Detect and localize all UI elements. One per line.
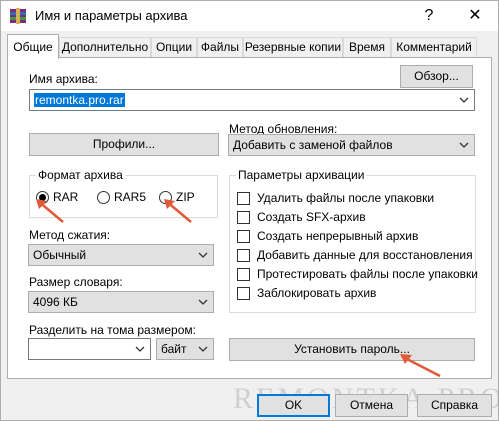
archive-format-group: Формат архива RAR RAR5 ZIP (29, 168, 218, 218)
browse-button[interactable]: Обзор... (400, 65, 473, 88)
split-unit-select[interactable]: байт (156, 338, 214, 360)
tab-strip: Общие Дополнительно Опции Файлы Резервны… (7, 34, 492, 59)
checkbox-solid-archive[interactable] (237, 230, 250, 243)
chevron-down-icon[interactable] (134, 343, 146, 355)
tab-advanced[interactable]: Дополнительно (59, 37, 151, 58)
option-lock-archive-label: Заблокировать архив (257, 286, 377, 300)
archive-options-group: Параметры архивации Удалить файлы после … (229, 168, 478, 313)
chevron-down-icon[interactable] (197, 296, 209, 308)
ok-button[interactable]: OK (257, 394, 330, 417)
archive-name-combo[interactable]: remontka.pro.rar (29, 89, 475, 111)
split-size-combo[interactable] (28, 338, 151, 360)
checkbox-create-sfx[interactable] (237, 211, 250, 224)
option-solid-archive-label: Создать непрерывный архив (257, 229, 419, 243)
compression-method-value: Обычный (33, 248, 87, 262)
radio-rar[interactable] (36, 191, 49, 204)
radio-rar-label: RAR (53, 190, 79, 204)
radio-zip-label: ZIP (176, 190, 195, 204)
dictionary-size-label: Размер словаря: (29, 275, 123, 289)
help-icon[interactable]: ? (406, 1, 452, 31)
set-password-button[interactable]: Установить пароль... (229, 338, 475, 361)
compression-method-label: Метод сжатия: (29, 228, 111, 242)
split-unit-value: байт (161, 342, 187, 356)
cancel-button[interactable]: Отмена (335, 394, 408, 417)
checkbox-lock-archive[interactable] (237, 287, 250, 300)
radio-rar5[interactable] (97, 191, 110, 204)
chevron-down-icon[interactable] (197, 249, 209, 261)
title-bar: Имя и параметры архива ? ✕ (1, 1, 498, 31)
checkbox-delete-after[interactable] (237, 192, 250, 205)
chevron-down-icon[interactable] (458, 139, 470, 151)
update-method-value: Добавить с заменой файлов (233, 138, 393, 152)
checkbox-recovery-record[interactable] (237, 249, 250, 262)
tab-time[interactable]: Время (343, 37, 391, 58)
update-method-select[interactable]: Добавить с заменой файлов (228, 134, 475, 156)
radio-rar5-label: RAR5 (114, 190, 147, 204)
profiles-button[interactable]: Профили... (29, 133, 219, 156)
archive-format-title: Формат архива (36, 168, 125, 182)
split-volumes-label: Разделить на тома размером: (29, 323, 196, 337)
tab-backup[interactable]: Резервные копии (243, 37, 343, 58)
tab-comment[interactable]: Комментарий (391, 37, 477, 58)
checkbox-test-files[interactable] (237, 268, 250, 281)
general-tab-page: Имя архива: Обзор... remontka.pro.rar Пр… (7, 57, 492, 379)
tab-files[interactable]: Файлы (197, 37, 243, 58)
tab-general[interactable]: Общие (7, 34, 59, 59)
chevron-down-icon[interactable] (197, 343, 209, 355)
close-icon[interactable]: ✕ (452, 1, 498, 31)
winrar-app-icon (10, 8, 26, 24)
dictionary-size-value: 4096 КБ (33, 295, 78, 309)
option-test-files-label: Протестировать файлы после упаковки (257, 267, 478, 281)
window-title: Имя и параметры архива (35, 8, 188, 23)
compression-method-select[interactable]: Обычный (28, 244, 214, 266)
option-create-sfx-label: Создать SFX-архив (257, 210, 366, 224)
chevron-down-icon[interactable] (458, 94, 470, 106)
radio-zip[interactable] (159, 191, 172, 204)
option-delete-after-label: Удалить файлы после упаковки (257, 191, 435, 205)
archive-name-label: Имя архива: (29, 72, 98, 86)
archive-dialog: Имя и параметры архива ? ✕ Общие Дополни… (0, 0, 499, 421)
dictionary-size-select[interactable]: 4096 КБ (28, 291, 214, 313)
help-button[interactable]: Справка (417, 394, 492, 417)
option-recovery-record-label: Добавить данные для восстановления (257, 248, 473, 262)
archive-options-title: Параметры архивации (236, 168, 367, 182)
tab-options[interactable]: Опции (151, 37, 197, 58)
archive-name-value: remontka.pro.rar (34, 93, 125, 107)
